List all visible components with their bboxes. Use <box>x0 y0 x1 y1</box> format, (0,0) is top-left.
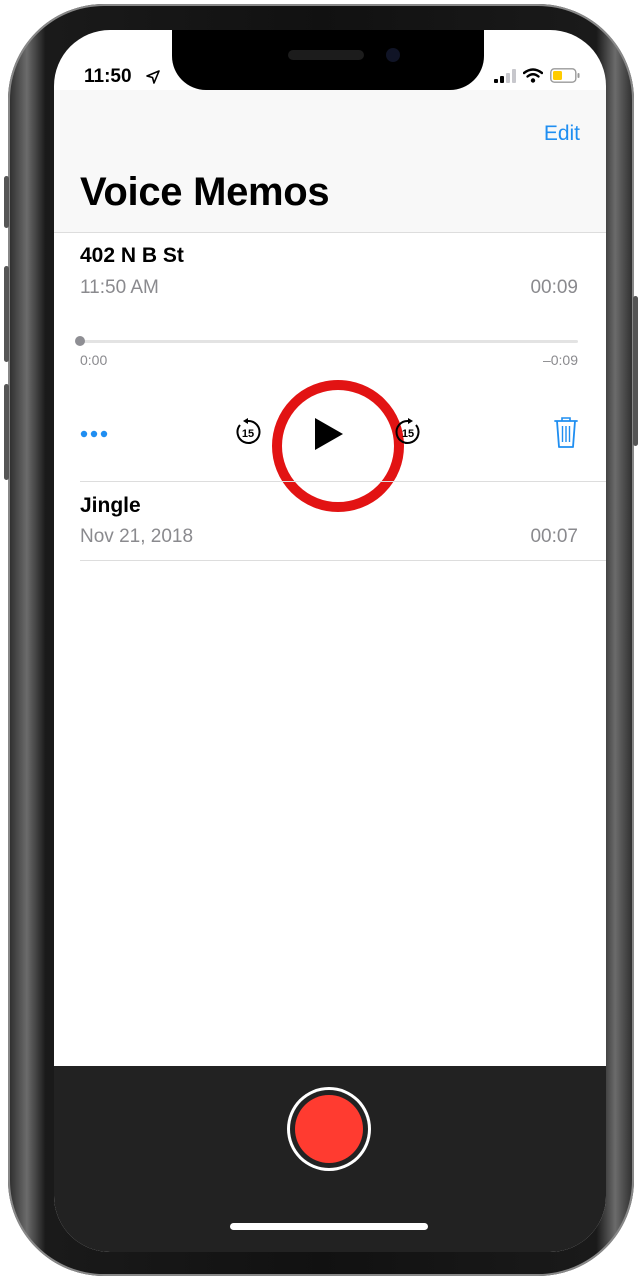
home-indicator[interactable] <box>230 1223 428 1230</box>
memo-duration: 00:09 <box>530 277 578 298</box>
memo-duration: 00:07 <box>530 526 578 547</box>
remaining-time: –0:09 <box>542 352 578 368</box>
skip-back-15-icon: 15 <box>233 417 263 452</box>
more-dots-icon <box>80 425 108 443</box>
screen: 11:50 Edit Voice Memos 402 N B St 11:50 … <box>54 30 606 1252</box>
phone-frame: 11:50 Edit Voice Memos 402 N B St 11:50 … <box>4 4 638 1276</box>
mute-switch <box>4 176 9 228</box>
cellular-signal-icon <box>494 68 516 88</box>
status-time: 11:50 <box>84 66 132 87</box>
skip-forward-label: 15 <box>402 428 414 440</box>
memo-title: Jingle <box>80 494 141 517</box>
power-button <box>633 296 638 446</box>
more-options-button[interactable] <box>76 420 112 448</box>
location-arrow-icon <box>146 70 160 89</box>
notch <box>172 30 484 90</box>
trash-icon <box>553 415 579 454</box>
page-title: Voice Memos <box>80 170 330 214</box>
skip-back-button[interactable]: 15 <box>228 414 268 454</box>
record-button[interactable] <box>290 1090 368 1168</box>
record-bar <box>54 1066 606 1252</box>
scrubber-handle[interactable] <box>75 336 85 346</box>
skip-forward-15-icon: 15 <box>393 417 423 452</box>
highlight-circle <box>272 380 404 512</box>
edit-button[interactable]: Edit <box>544 122 580 146</box>
record-icon <box>295 1095 363 1163</box>
skip-back-label: 15 <box>242 428 254 440</box>
volume-down-button <box>4 384 9 480</box>
skip-forward-button[interactable]: 15 <box>388 414 428 454</box>
list-divider <box>80 560 606 561</box>
playback-scrubber[interactable] <box>80 340 578 343</box>
volume-up-button <box>4 266 9 362</box>
memo-date: Nov 21, 2018 <box>80 526 194 547</box>
memo-title: 402 N B St <box>80 244 184 267</box>
earpiece-speaker <box>288 50 364 60</box>
delete-button[interactable] <box>546 414 586 454</box>
wifi-icon <box>522 68 544 88</box>
memo-date: 11:50 AM <box>80 277 159 298</box>
elapsed-time: 0:00 <box>80 352 108 368</box>
front-camera <box>386 48 400 62</box>
list-divider <box>80 481 606 482</box>
battery-icon <box>550 68 580 88</box>
